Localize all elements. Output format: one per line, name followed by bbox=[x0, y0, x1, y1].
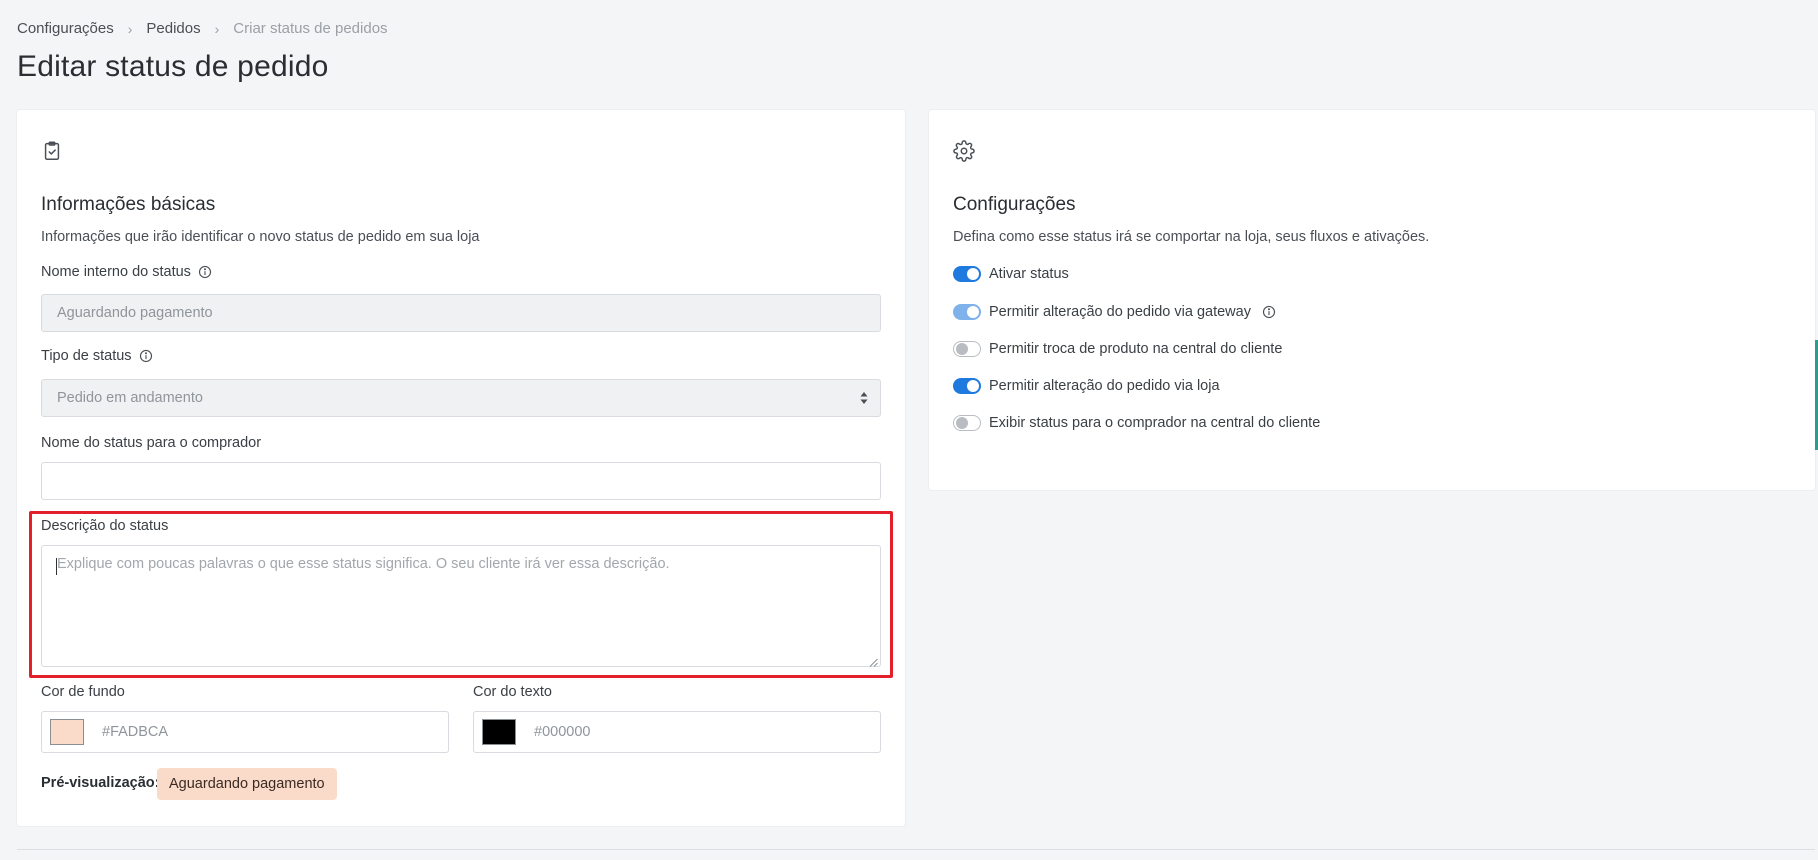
toggle-knob bbox=[967, 380, 979, 392]
description-placeholder: Explique com poucas palavras o que esse … bbox=[57, 556, 670, 572]
toggle-knob bbox=[956, 417, 968, 429]
internal-name-label-text: Nome interno do status bbox=[41, 264, 191, 280]
status-type-label-text: Tipo de status bbox=[41, 348, 132, 364]
description-label: Descrição do status bbox=[41, 518, 168, 534]
basic-info-description: Informações que irão identificar o novo … bbox=[41, 229, 480, 245]
toggle-row-product-exchange[interactable]: Permitir troca de produto na central do … bbox=[953, 341, 1282, 357]
breadcrumb-item-current: Criar status de pedidos bbox=[233, 20, 388, 37]
info-icon[interactable] bbox=[198, 265, 212, 279]
status-type-value: Pedido em andamento bbox=[57, 390, 203, 406]
toggle-label: Ativar status bbox=[989, 266, 1069, 282]
breadcrumb-item-configuracoes[interactable]: Configurações bbox=[17, 20, 114, 37]
preview-label: Pré-visualização: bbox=[41, 775, 160, 791]
toggle-switch[interactable] bbox=[953, 304, 981, 320]
basic-info-card: Informações básicas Informações que irão… bbox=[17, 110, 905, 826]
toggle-label: Permitir alteração do pedido via loja bbox=[989, 378, 1220, 394]
toggle-label: Permitir troca de produto na central do … bbox=[989, 341, 1283, 357]
breadcrumb-item-pedidos[interactable]: Pedidos bbox=[146, 20, 200, 37]
buyer-name-input[interactable] bbox=[41, 462, 881, 500]
info-icon[interactable] bbox=[1262, 305, 1276, 319]
clipboard-check-icon bbox=[41, 140, 63, 162]
settings-description: Defina como esse status irá se comportar… bbox=[953, 229, 1430, 245]
text-color-label-text: Cor do texto bbox=[473, 684, 552, 700]
background-color-value: #FADBCA bbox=[102, 724, 169, 740]
buyer-name-label: Nome do status para o comprador bbox=[41, 435, 261, 451]
buyer-name-label-text: Nome do status para o comprador bbox=[41, 435, 262, 451]
toggle-row-show-buyer[interactable]: Exibir status para o comprador na centra… bbox=[953, 415, 1320, 431]
toggle-row-activate-status[interactable]: Ativar status bbox=[953, 266, 1069, 282]
description-textarea[interactable]: Explique com poucas palavras o que esse … bbox=[41, 545, 881, 667]
page-title: Editar status de pedido bbox=[17, 50, 329, 83]
background-color-swatch[interactable] bbox=[50, 719, 84, 745]
info-icon[interactable] bbox=[139, 349, 153, 363]
toggle-switch[interactable] bbox=[953, 415, 981, 431]
breadcrumb-separator: › bbox=[214, 20, 220, 37]
text-color-input[interactable]: #000000 bbox=[473, 711, 881, 753]
settings-title: Configurações bbox=[953, 194, 1076, 215]
settings-card: Configurações Defina como esse status ir… bbox=[929, 110, 1815, 490]
status-type-select[interactable]: Pedido em andamento bbox=[41, 379, 881, 417]
bottom-divider bbox=[17, 849, 1815, 850]
background-color-label-text: Cor de fundo bbox=[41, 684, 125, 700]
breadcrumb-separator: › bbox=[127, 20, 133, 37]
toggle-switch[interactable] bbox=[953, 266, 981, 282]
background-color-label: Cor de fundo bbox=[41, 684, 125, 700]
toggle-label: Permitir alteração do pedido via gateway bbox=[989, 304, 1251, 320]
gear-icon bbox=[953, 140, 975, 162]
toggle-knob bbox=[967, 306, 979, 318]
toggle-row-store-change[interactable]: Permitir alteração do pedido via loja bbox=[953, 378, 1220, 394]
select-arrows-icon bbox=[860, 391, 868, 405]
resize-handle-icon[interactable] bbox=[869, 655, 878, 667]
text-caret bbox=[56, 558, 57, 575]
toggle-switch[interactable] bbox=[953, 341, 981, 357]
internal-name-input[interactable]: Aguardando pagamento bbox=[41, 294, 881, 332]
internal-name-value: Aguardando pagamento bbox=[57, 305, 213, 321]
preview-badge: Aguardando pagamento bbox=[157, 768, 337, 800]
status-type-label: Tipo de status bbox=[41, 348, 153, 364]
text-color-value: #000000 bbox=[534, 724, 591, 740]
text-color-label: Cor do texto bbox=[473, 684, 552, 700]
toggle-row-gateway-change[interactable]: Permitir alteração do pedido via gateway bbox=[953, 304, 1276, 320]
text-color-swatch[interactable] bbox=[482, 719, 516, 745]
toggle-knob bbox=[967, 268, 979, 280]
basic-info-title: Informações básicas bbox=[41, 194, 216, 215]
toggle-knob bbox=[956, 343, 968, 355]
breadcrumb: Configurações › Pedidos › Criar status d… bbox=[17, 20, 388, 37]
toggle-label: Exibir status para o comprador na centra… bbox=[989, 415, 1321, 431]
description-label-text: Descrição do status bbox=[41, 518, 169, 534]
internal-name-label: Nome interno do status bbox=[41, 264, 212, 280]
toggle-switch[interactable] bbox=[953, 378, 981, 394]
background-color-input[interactable]: #FADBCA bbox=[41, 711, 449, 753]
